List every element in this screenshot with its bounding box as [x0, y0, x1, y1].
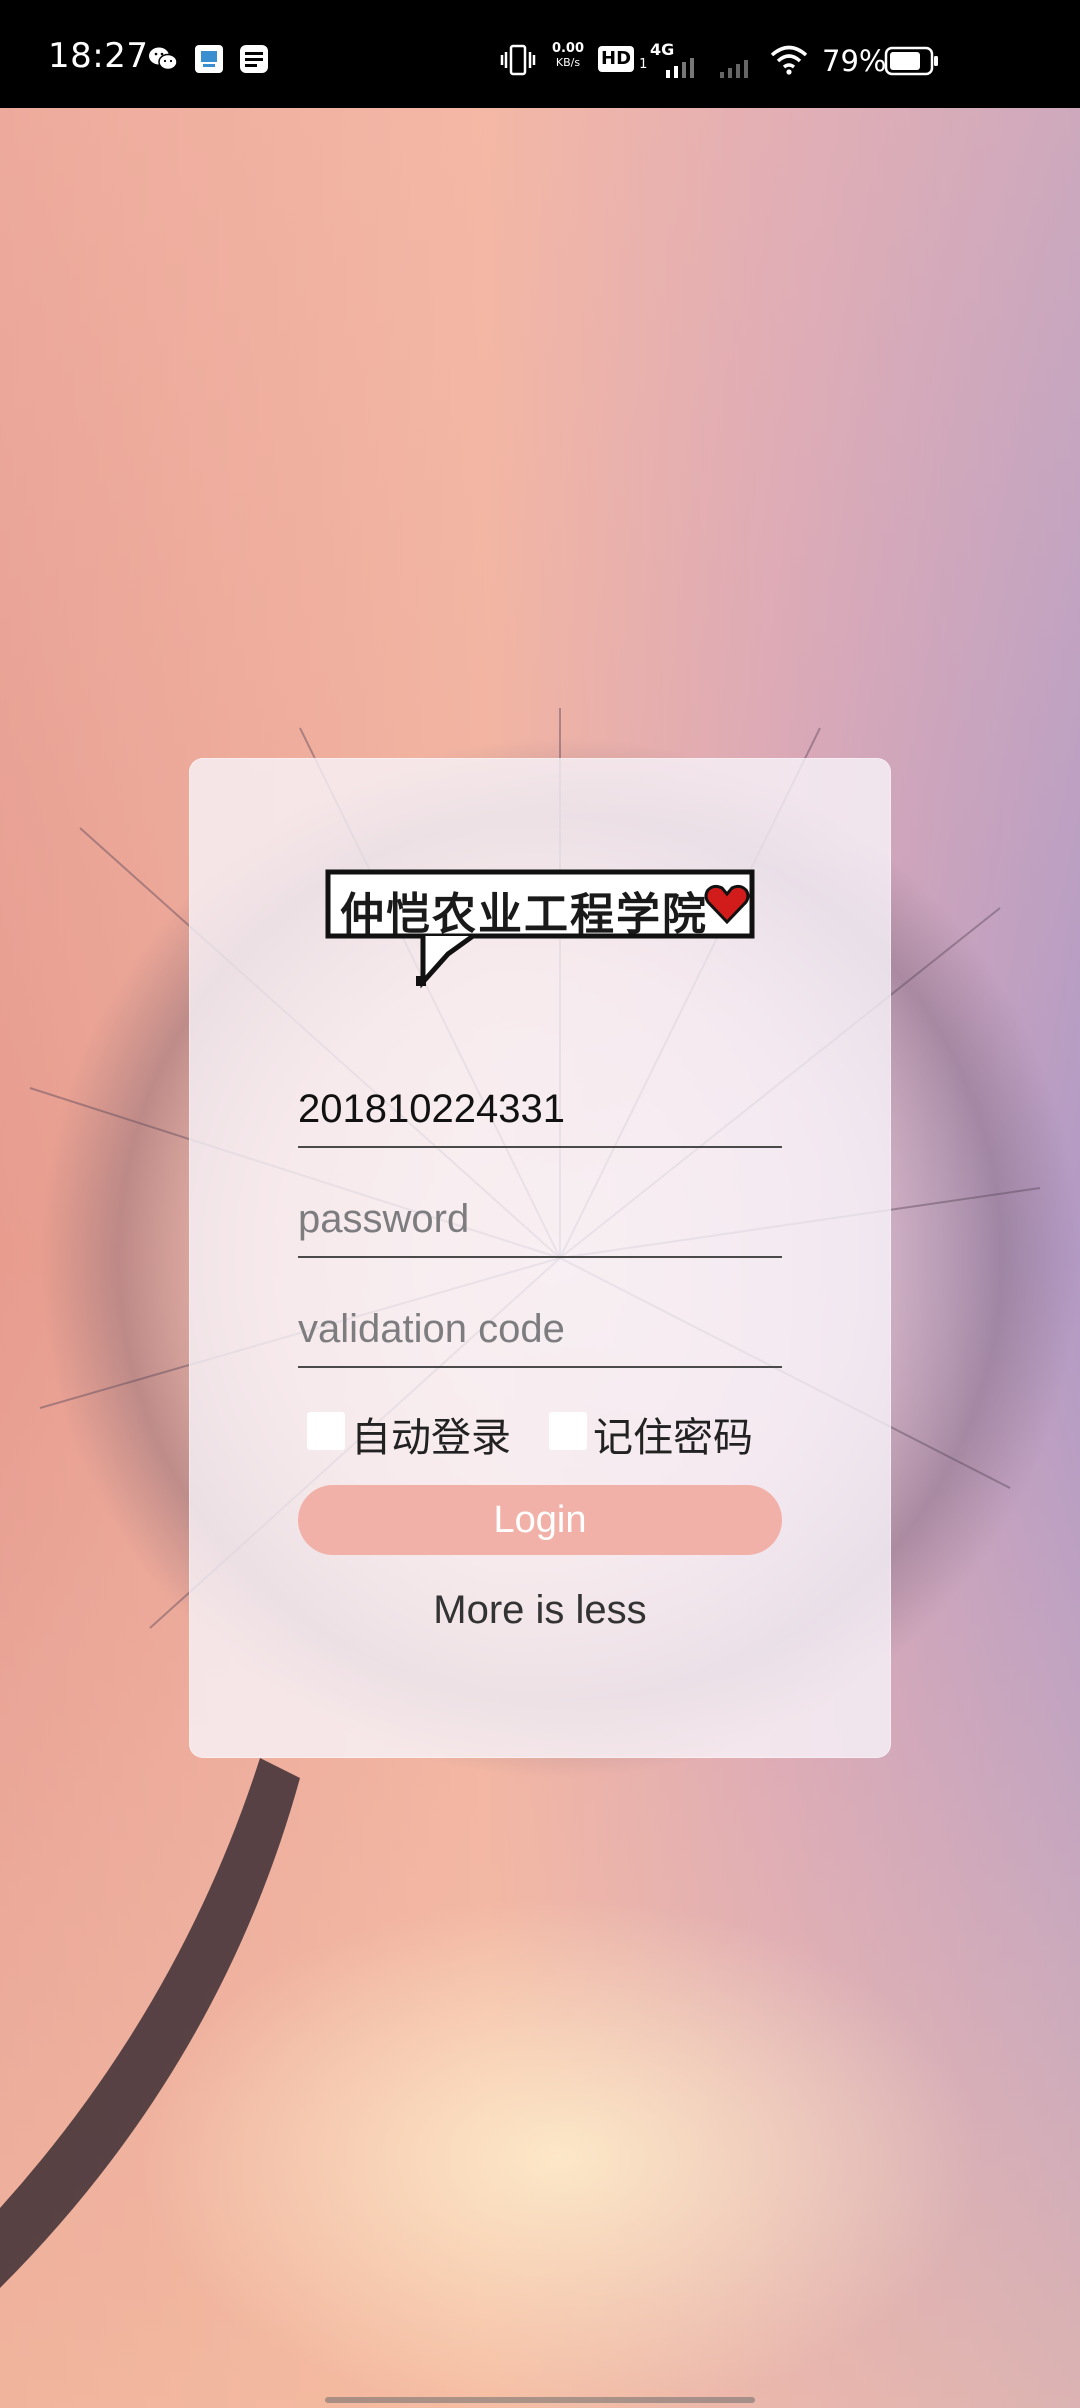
home-indicator[interactable]: [325, 2397, 755, 2403]
status-time: 18:27: [48, 36, 149, 76]
school-logo: 仲恺农业工程学院: [318, 864, 762, 1004]
hd-indicator: HD 1: [598, 46, 647, 76]
vibrate-icon: [500, 44, 536, 76]
wechat-icon: [149, 47, 178, 71]
auto-login-box[interactable]: [307, 1412, 345, 1450]
message-app-icon: [240, 45, 268, 73]
login-button[interactable]: Login: [298, 1485, 782, 1555]
battery-icon: [884, 46, 938, 76]
more-is-less-link[interactable]: More is less: [189, 1588, 891, 1633]
login-card: 仲恺农业工程学院 自动登录 记住密码 Login More is less: [189, 758, 891, 1758]
password-input[interactable]: [298, 1197, 782, 1242]
heart-icon: [704, 884, 750, 924]
username-input[interactable]: [298, 1087, 782, 1132]
battery-percent: 79%: [822, 44, 887, 78]
network-type: 4G: [650, 40, 675, 59]
hd-sub: 1: [639, 57, 648, 72]
status-bar: 18:27 0.00 KB/s HD 1 4G 79%: [0, 0, 1080, 108]
validation-code-input[interactable]: [298, 1307, 782, 1352]
net-speed-value: 0.00: [551, 41, 585, 56]
login-options: 自动登录 记住密码: [307, 1400, 787, 1463]
validation-code-field[interactable]: [298, 1294, 782, 1368]
school-name: 仲恺农业工程学院: [340, 889, 708, 940]
wifi-icon: [770, 45, 808, 75]
hd-label: HD: [598, 46, 635, 72]
net-speed-unit: KB/s: [555, 56, 581, 69]
remember-password-label[interactable]: 记住密码: [593, 1405, 753, 1463]
notification-app-icon: [195, 45, 223, 73]
signal-2-icon: [720, 60, 748, 78]
signal-icon: [666, 58, 694, 78]
remember-password-box[interactable]: [549, 1412, 587, 1450]
auto-login-label[interactable]: 自动登录: [351, 1405, 511, 1463]
password-field[interactable]: [298, 1184, 782, 1258]
username-field[interactable]: [298, 1074, 782, 1148]
